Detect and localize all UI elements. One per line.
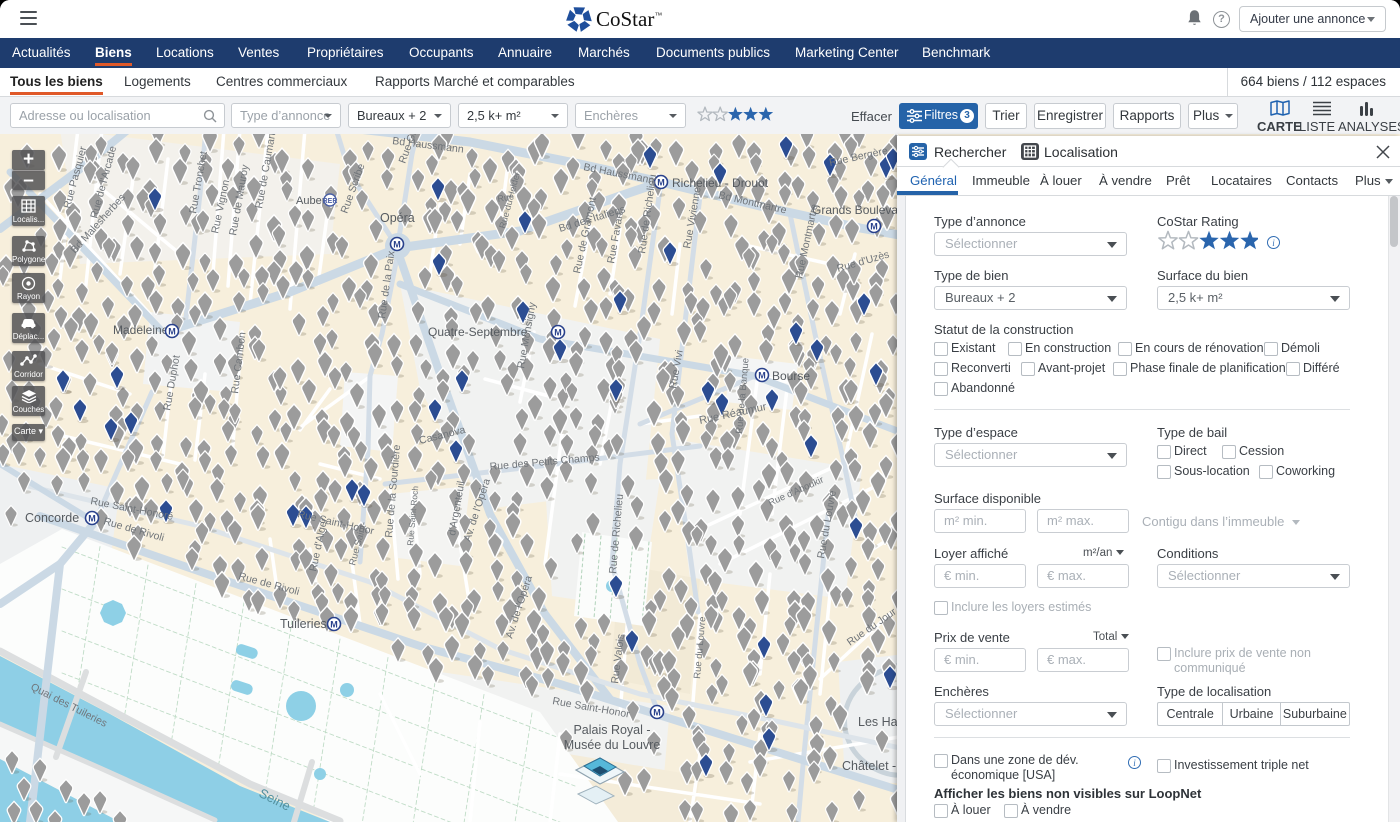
svg-text:M: M <box>653 707 661 717</box>
svg-text:Tuileries: Tuileries <box>280 617 327 631</box>
svg-text:Richelieu - Drouot: Richelieu - Drouot <box>672 176 769 190</box>
svg-text:Madeleine: Madeleine <box>113 323 169 337</box>
svg-text:Concorde: Concorde <box>25 511 79 525</box>
svg-text:Opéra: Opéra <box>380 211 415 225</box>
svg-text:RER: RER <box>323 198 338 205</box>
svg-text:M: M <box>870 221 878 231</box>
svg-text:M: M <box>554 327 562 337</box>
svg-text:Palais Royal -: Palais Royal - <box>573 723 650 737</box>
svg-text:M: M <box>330 619 338 629</box>
svg-text:Quatre-Septembre: Quatre-Septembre <box>428 325 528 339</box>
svg-text:M: M <box>758 370 766 380</box>
svg-text:Bourse: Bourse <box>772 369 810 383</box>
svg-text:Grands Bouleva: Grands Bouleva <box>812 203 898 217</box>
svg-text:M: M <box>88 513 96 523</box>
svg-text:Châtelet - L: Châtelet - L <box>842 759 905 773</box>
svg-text:M: M <box>168 326 176 336</box>
svg-text:Musée du Louvre: Musée du Louvre <box>564 738 661 752</box>
svg-text:M: M <box>393 239 401 249</box>
svg-text:Auber: Auber <box>296 195 326 207</box>
